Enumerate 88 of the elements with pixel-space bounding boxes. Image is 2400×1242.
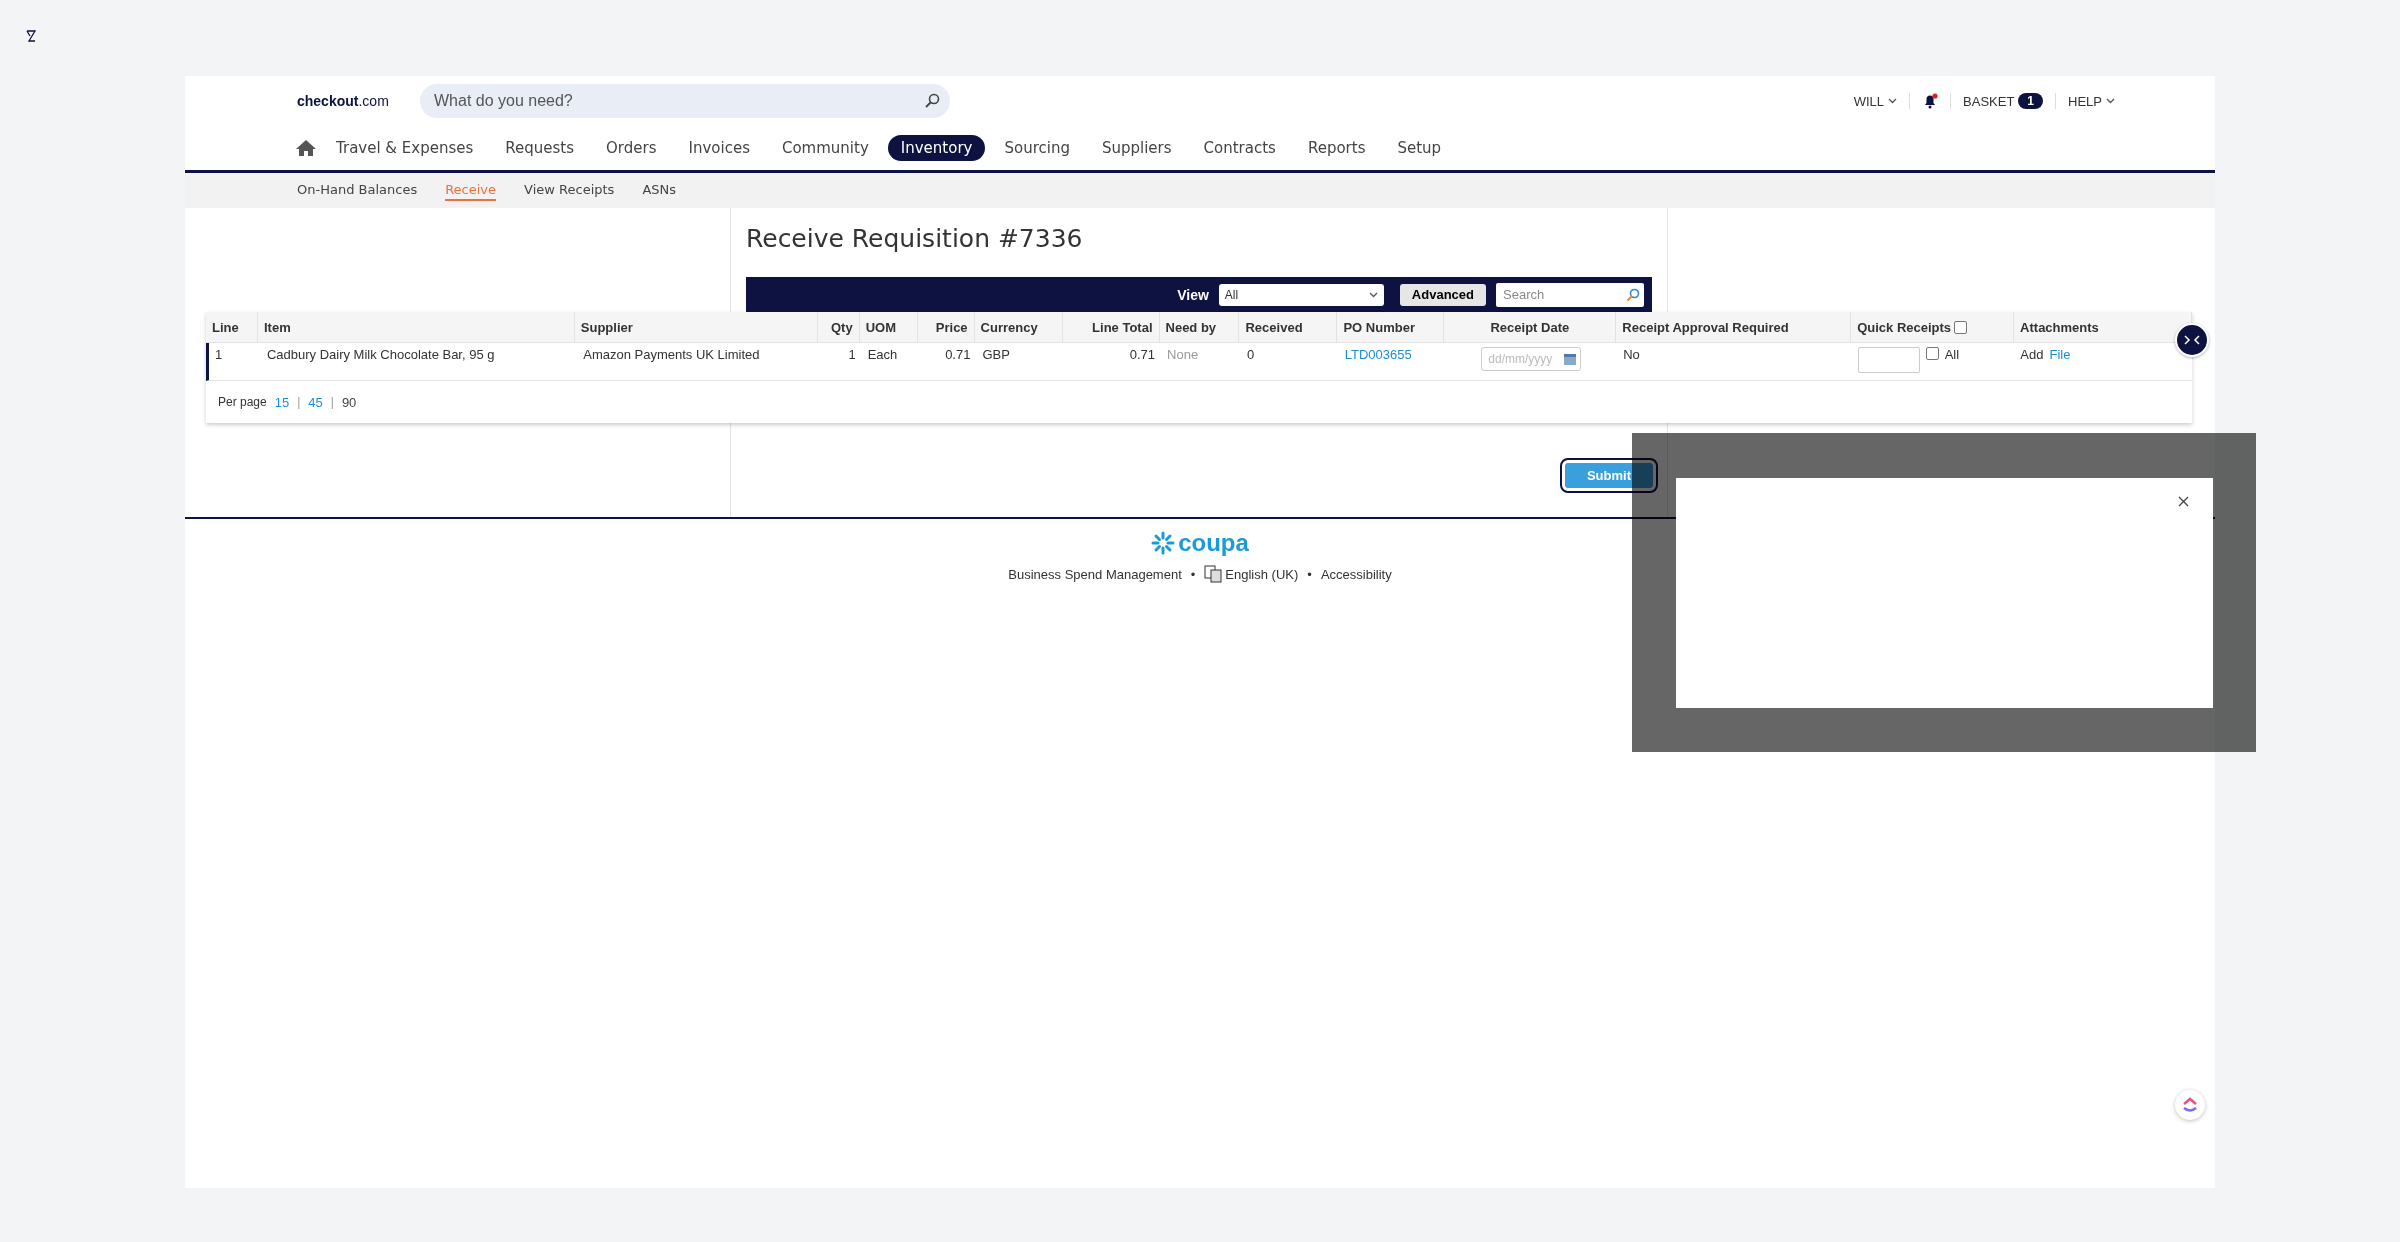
user-menu[interactable]: WILL <box>1853 93 1898 109</box>
column-header: PO Number <box>1343 319 1415 335</box>
chevron-down-icon <box>2106 98 2115 104</box>
nav-tab[interactable]: Inventory <box>887 135 986 161</box>
search-field[interactable]: What do you need? <box>420 84 950 118</box>
nav-tab[interactable]: Sourcing <box>991 135 1083 161</box>
floating-app-button[interactable] <box>2175 1090 2205 1120</box>
separator: | <box>330 395 334 409</box>
search-icon <box>1626 287 1640 302</box>
table-cell: Each <box>867 347 898 362</box>
separator: • <box>1307 566 1312 582</box>
view-select[interactable]: All <box>1218 283 1384 306</box>
close-icon <box>2177 495 2189 507</box>
translate-icon <box>1204 565 1223 583</box>
column-header: Received <box>1245 319 1303 335</box>
basket-count: 1 <box>2018 93 2044 109</box>
table-cell: 0.71 <box>1129 347 1156 362</box>
chevron-down-icon <box>1368 291 1378 298</box>
brand-logo[interactable]: checkout.com <box>297 93 420 109</box>
table-cell: GBP <box>982 347 1010 362</box>
table-cell: 1 <box>848 347 856 362</box>
per-page-option[interactable]: 90 <box>341 394 357 410</box>
footer-link[interactable]: Business Spend Management <box>1008 566 1182 582</box>
per-page-option[interactable]: 15 <box>274 394 290 410</box>
nav-tab[interactable]: Setup <box>1384 135 1455 161</box>
table-cell: Add <box>2020 347 2044 362</box>
chevron-down-icon <box>1888 98 1898 104</box>
view-label: View <box>1177 286 1209 303</box>
column-header: Line Total <box>1092 319 1153 335</box>
column-header: Receipt Date <box>1490 319 1570 335</box>
home-icon[interactable] <box>295 139 317 157</box>
table-cell: 0 <box>1246 347 1255 362</box>
footer-link[interactable]: Accessibility <box>1320 566 1392 582</box>
separator: • <box>1190 566 1196 582</box>
column-header: Attachments <box>2020 319 2099 335</box>
column-header: Currency <box>980 319 1038 335</box>
close-button[interactable] <box>2177 495 2189 507</box>
nav-tab[interactable]: Requests <box>492 135 588 161</box>
table-cell: None <box>1167 347 1199 362</box>
nav-tab[interactable]: Suppliers <box>1088 135 1185 161</box>
basket-button[interactable]: BASKET 1 <box>1963 93 2044 109</box>
column-header: Line <box>212 319 239 335</box>
footer-link[interactable]: English (UK) <box>1204 565 1299 583</box>
chevron-logo-icon <box>2182 1097 2198 1113</box>
separator: | <box>297 395 301 409</box>
table-cell: No <box>1623 347 1640 362</box>
column-header: Supplier <box>580 319 633 335</box>
per-page-label: Per page <box>218 395 267 409</box>
page-title: Receive Requisition #7336 <box>746 224 1084 253</box>
column-header: Item <box>264 319 291 335</box>
column-header: Quick Receipts <box>1857 319 1952 335</box>
column-header: Price <box>935 319 968 335</box>
column-header: Qty <box>831 319 853 335</box>
checkbox[interactable] <box>1954 320 1968 334</box>
table-cell: 1 <box>215 347 223 362</box>
coupa-logo-text: coupa <box>1178 529 1249 557</box>
checkbox-label: All <box>1944 347 1960 362</box>
subnav-tab[interactable]: ASNs <box>642 180 677 201</box>
bell-icon[interactable] <box>1922 93 1939 109</box>
hourglass-logo-icon <box>26 30 36 42</box>
po-number-link[interactable]: LTD003655 <box>1344 347 1412 362</box>
help-menu[interactable]: HELP <box>2068 93 2115 109</box>
nav-tab[interactable]: Contracts <box>1190 135 1289 161</box>
receipt-date-field[interactable]: dd/mm/yyyy <box>1481 347 1582 371</box>
starburst-icon <box>1151 531 1176 555</box>
checkbox[interactable] <box>1925 347 1939 360</box>
per-page-option[interactable]: 45 <box>308 394 323 410</box>
collapse-button[interactable] <box>2175 323 2209 357</box>
column-header: Receipt Approval Required <box>1622 319 1789 335</box>
column-header: Need by <box>1165 319 1217 335</box>
nav-tab[interactable]: Community <box>768 135 882 161</box>
nav-tab[interactable]: Invoices <box>675 135 763 161</box>
table-cell: 0.71 <box>945 347 971 362</box>
quick-receipt-field[interactable] <box>1857 347 1920 373</box>
arrows-inward-icon <box>2184 335 2200 345</box>
search-field[interactable]: Search <box>1496 282 1644 307</box>
nav-tab[interactable]: Orders <box>593 135 670 161</box>
subnav-tab[interactable]: View Receipts <box>524 180 615 201</box>
advanced-button[interactable]: Advanced <box>1399 283 1486 306</box>
column-header: UOM <box>865 319 896 335</box>
search-icon <box>924 93 940 109</box>
nav-tab[interactable]: Travel & Expenses <box>323 135 487 161</box>
file-link[interactable]: File <box>2049 347 2071 362</box>
calendar-icon <box>1563 352 1578 366</box>
table-cell: Amazon Payments UK Limited <box>583 347 760 362</box>
subnav-tab[interactable]: On-Hand Balances <box>297 180 418 201</box>
table-cell: Cadbury Dairy Milk Chocolate Bar, 95 g <box>266 347 495 362</box>
nav-tab[interactable]: Reports <box>1294 135 1379 161</box>
